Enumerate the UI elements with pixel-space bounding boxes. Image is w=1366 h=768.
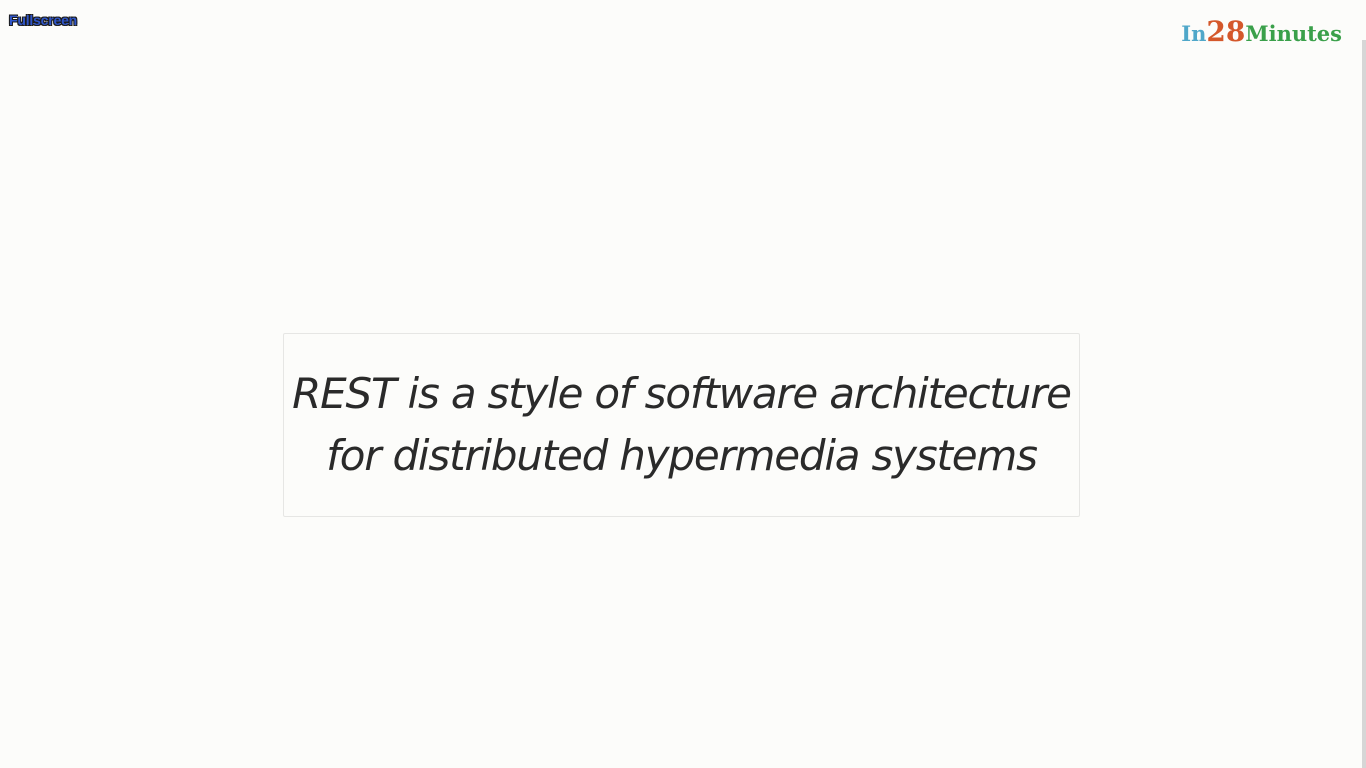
brand-logo-number: 28	[1206, 15, 1246, 48]
fullscreen-button[interactable]: Fullscreen	[9, 12, 77, 28]
quote-line: for distributed hypermedia systems	[326, 431, 1038, 480]
slide-page: Fullscreen In28Minutes REST is a style o…	[0, 0, 1366, 768]
quote-box: REST is a style of software architecture…	[283, 333, 1080, 517]
scrollbar-track	[1362, 40, 1366, 768]
brand-logo-minutes: Minutes	[1245, 21, 1342, 46]
quote-line: REST is a style of software architecture	[292, 369, 1072, 418]
brand-logo: In28Minutes	[1181, 18, 1342, 46]
brand-logo-in: In	[1181, 21, 1207, 46]
